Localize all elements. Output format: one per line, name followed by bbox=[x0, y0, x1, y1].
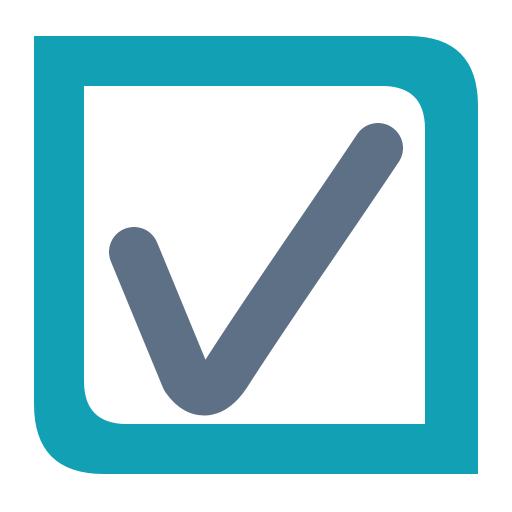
checkbox-checked-icon bbox=[0, 0, 512, 512]
checkbox-icon-graphic bbox=[34, 36, 478, 474]
